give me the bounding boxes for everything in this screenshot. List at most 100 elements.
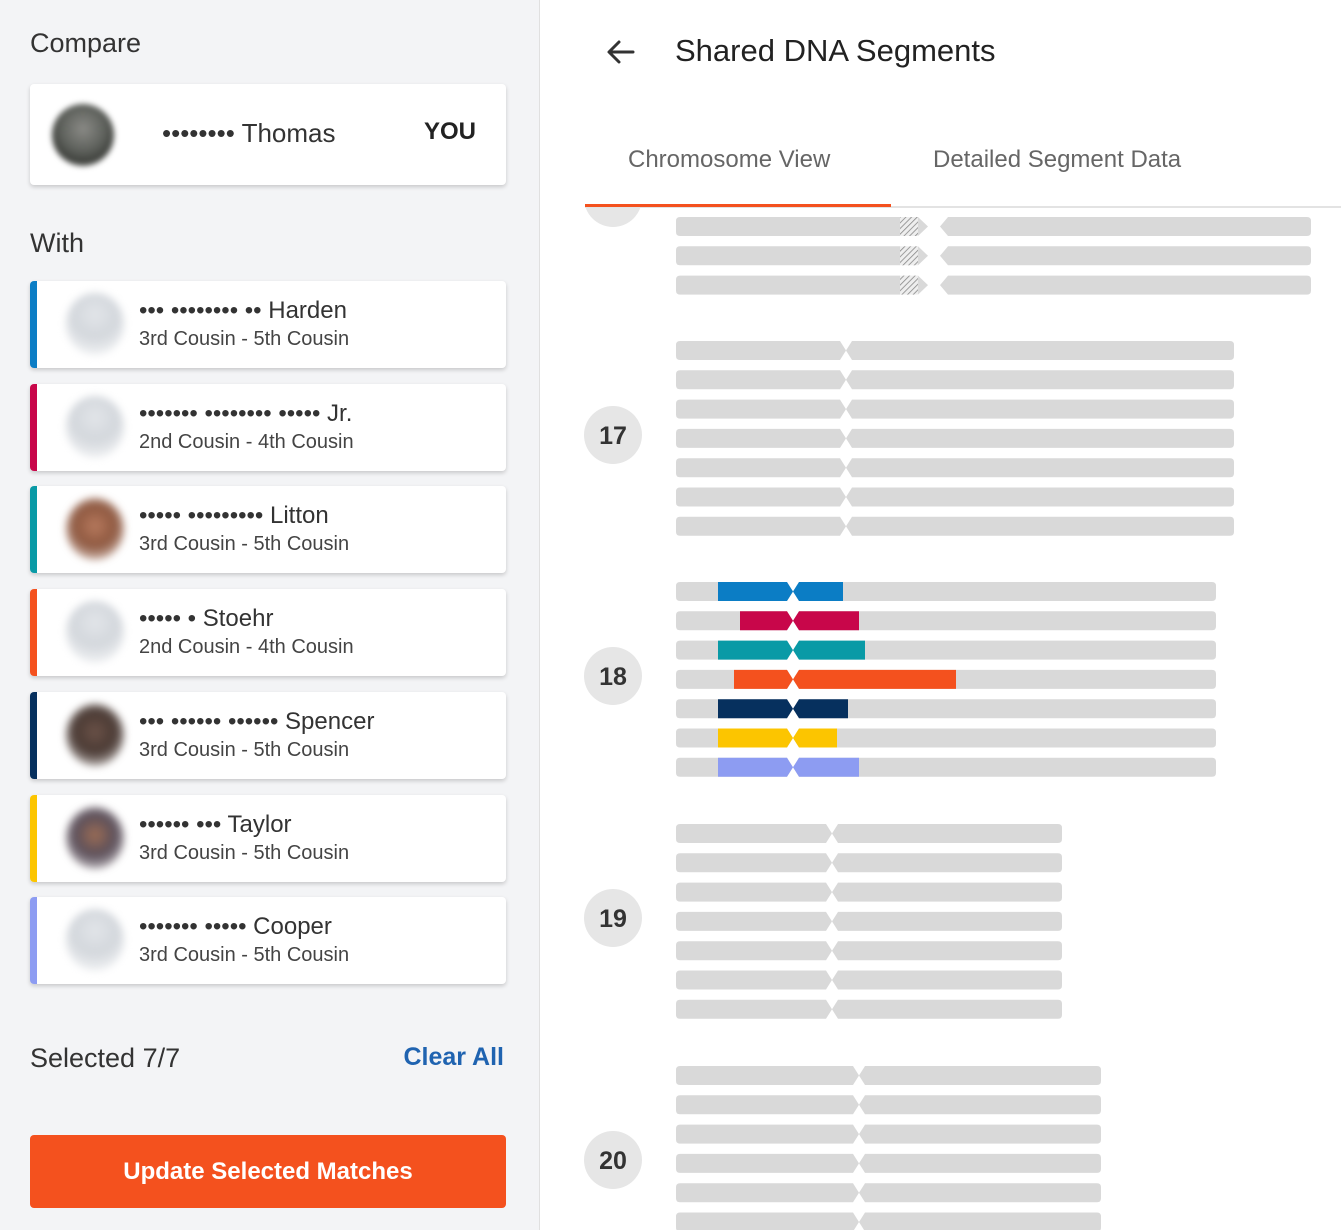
match-color-stripe: [30, 691, 37, 779]
chromosome-view[interactable]: 17 18 19 20: [541, 208, 1341, 1230]
centromere-hatch: [900, 246, 918, 266]
match-name: •••••• ••• Taylor: [139, 810, 292, 838]
chromosome-bar: [846, 370, 1234, 390]
shared-segment[interactable]: [718, 640, 793, 660]
chromosome-bar: [859, 1095, 1101, 1115]
shared-segment[interactable]: [740, 611, 793, 631]
page-title: Shared DNA Segments: [675, 33, 996, 68]
chromosome-bar: [832, 941, 1062, 961]
chromosome-bar: [793, 582, 1216, 601]
match-card[interactable]: ••• •••••••• •• Harden 3rd Cousin - 5th C…: [30, 281, 506, 368]
shared-segment[interactable]: [793, 640, 865, 660]
chromosome-bar: [846, 428, 1234, 448]
match-name: ••••••• •••••••• ••••• Jr.: [139, 399, 353, 427]
chromosome-bar: [676, 1153, 859, 1173]
chromosome-bar: [846, 516, 1234, 536]
chromosome-19: 19: [584, 824, 1062, 1019]
clear-all-link[interactable]: Clear All: [403, 1043, 504, 1072]
chromosome-bar: [940, 217, 1311, 236]
match-card[interactable]: ••••••• ••••• Cooper 3rd Cousin - 5th Cou…: [30, 897, 506, 985]
match-relationship: 3rd Cousin - 5th Cousin: [139, 533, 350, 556]
shared-segment[interactable]: [718, 699, 793, 719]
match-card[interactable]: ••• •••••• •••••• Spencer 3rd Cousin - 5t…: [30, 691, 506, 779]
match-name: ••••••• ••••• Cooper: [139, 913, 332, 941]
chromosome-bar: [676, 911, 832, 931]
compare-label: Compare: [30, 28, 142, 58]
chromosome-bar: [676, 1095, 859, 1115]
centromere-hatch: [900, 275, 918, 295]
chromosome-bar: [676, 516, 846, 536]
match-avatar: [66, 601, 124, 664]
shared-segment[interactable]: [718, 582, 793, 601]
chromosome-number: 17: [599, 422, 627, 450]
tab-chromosome-view[interactable]: Chromosome View: [628, 146, 830, 174]
chromosome-bar: [676, 824, 832, 843]
chromosome-number: 20: [599, 1147, 627, 1175]
chromosome-bar: [859, 1124, 1101, 1144]
match-avatar: [66, 806, 124, 869]
chromosome-bar: [676, 217, 900, 236]
chromosome-bar: [676, 1124, 859, 1144]
chromosome-bar: [676, 399, 846, 419]
match-relationship: 2nd Cousin - 4th Cousin: [139, 636, 354, 659]
you-name: •••••••• Thomas: [162, 118, 336, 148]
centromere-tip: [918, 217, 928, 236]
chromosome-bar: [846, 458, 1234, 478]
update-selected-matches-button[interactable]: Update Selected Matches: [30, 1135, 506, 1208]
back-arrow-icon[interactable]: [601, 32, 641, 72]
shared-segment[interactable]: [734, 669, 793, 689]
chromosome-bar: [676, 246, 900, 266]
shared-dna-panel: Shared DNA Segments Chromosome View Deta…: [541, 0, 1341, 1230]
chromosome-bar: [846, 487, 1234, 507]
chromosome-bar: [676, 1212, 859, 1230]
shared-segment[interactable]: [793, 728, 837, 748]
selected-count: Selected 7/7: [30, 1043, 181, 1073]
match-avatar: [66, 909, 124, 972]
chromosome-bar: [832, 824, 1062, 843]
match-name: ••••• • Stoehr: [139, 605, 274, 633]
match-card[interactable]: ••••••• •••••••• ••••• Jr. 2nd Cousin - 4…: [30, 383, 506, 471]
tab-detailed-segment-data[interactable]: Detailed Segment Data: [933, 146, 1181, 174]
centromere-tip: [918, 275, 928, 295]
chromosome-number: 19: [599, 905, 627, 933]
shared-segment[interactable]: [793, 757, 859, 777]
chromosome-bar: [859, 1153, 1101, 1173]
chromosome-bar: [832, 970, 1062, 990]
chromosome-bar: [676, 882, 832, 902]
chromosome-bar: [846, 341, 1234, 360]
match-name: ••• •••••••• •• Harden: [139, 297, 347, 324]
match-relationship: 3rd Cousin - 5th Cousin: [139, 841, 350, 864]
shared-segment[interactable]: [718, 757, 793, 777]
chromosome-bar: [676, 1183, 859, 1203]
you-badge: YOU: [423, 118, 476, 145]
chromosome-bar: [676, 970, 832, 990]
match-card[interactable]: ••••• • Stoehr 2nd Cousin - 4th Cousin: [30, 589, 506, 677]
shared-segment[interactable]: [718, 728, 793, 748]
chromosome-number-badge: [585, 208, 641, 227]
chromosome-bar: [676, 341, 846, 360]
match-card[interactable]: ••••• ••••••••• Litton 3rd Cousin - 5th C…: [30, 486, 506, 574]
chromosome-bar: [676, 853, 832, 873]
shared-segment[interactable]: [793, 669, 956, 689]
compare-panel: Compare •••••••• Thomas YOU With ••• •••…: [0, 0, 540, 1230]
shared-segment[interactable]: [793, 611, 859, 631]
shared-segment[interactable]: [793, 582, 843, 601]
chromosome-bar: [793, 699, 1216, 719]
chromosome-bar: [832, 882, 1062, 902]
shared-segment[interactable]: [793, 699, 848, 719]
match-color-stripe: [30, 794, 37, 882]
match-color-stripe: [30, 281, 37, 368]
chromosome-bar: [676, 1066, 859, 1085]
match-relationship: 3rd Cousin - 5th Cousin: [139, 944, 350, 967]
chromosome-bar: [940, 275, 1311, 295]
chromosome-chart: 17 18 19 20: [584, 208, 1311, 1230]
chromosome-bar: [676, 458, 846, 478]
match-color-stripe: [30, 383, 37, 471]
chromosome-bar: [859, 1066, 1101, 1085]
match-color-stripe: [30, 589, 37, 677]
chromosome-17: 17: [584, 341, 1234, 536]
match-card[interactable]: •••••• ••• Taylor 3rd Cousin - 5th Cousin: [30, 794, 506, 882]
match-avatar: [66, 703, 124, 766]
chromosome-bar: [676, 941, 832, 961]
you-card: •••••••• Thomas YOU: [30, 84, 506, 185]
